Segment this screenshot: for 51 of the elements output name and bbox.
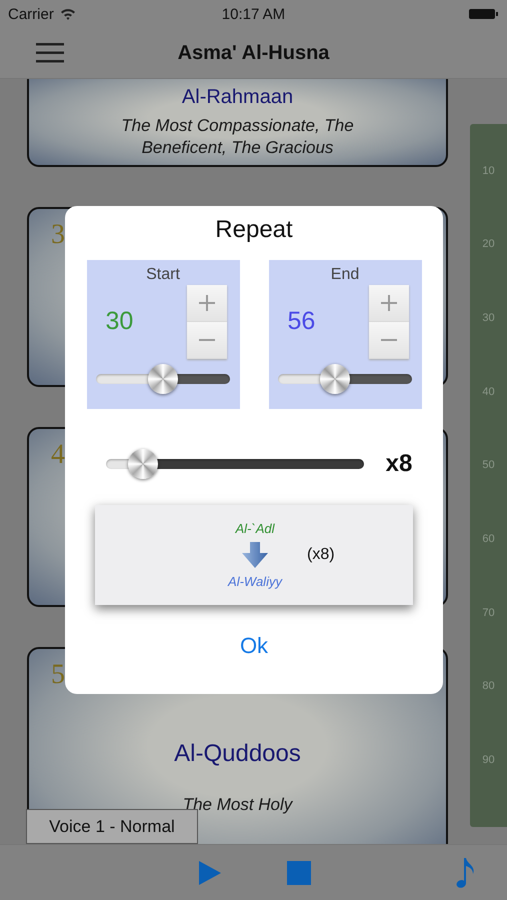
nav-title: Asma' Al-Husna	[176, 42, 330, 64]
carrier-label: Carrier	[8, 6, 54, 22]
down-arrow-icon	[242, 542, 268, 568]
index-label[interactable]: 30	[482, 312, 495, 324]
name-title: Al-Quddoos	[174, 740, 301, 768]
music-note-icon[interactable]	[454, 858, 476, 888]
wifi-icon	[60, 8, 76, 20]
range-slider[interactable]	[278, 364, 412, 394]
stop-icon[interactable]	[287, 860, 311, 884]
name-card[interactable]: Al-Rahmaan The Most Compassionate, The Beneficent, The Gracious	[27, 79, 448, 167]
range-value: 56	[288, 307, 316, 336]
index-label[interactable]: 40	[482, 386, 495, 398]
minus-icon	[380, 339, 396, 341]
preview-count: (x8)	[307, 546, 335, 564]
range-label: End	[330, 266, 360, 284]
index-label[interactable]: 20	[482, 238, 495, 250]
range-label: Start	[146, 266, 180, 284]
decrement-button[interactable]	[368, 322, 408, 359]
plus-icon	[380, 295, 396, 311]
index-label[interactable]: 70	[482, 606, 495, 619]
to-name: Al-Waliyy	[228, 574, 282, 589]
slider-thumb[interactable]	[128, 449, 158, 479]
increment-button[interactable]	[186, 285, 226, 322]
menu-icon[interactable]	[36, 43, 64, 63]
play-icon[interactable]	[199, 860, 221, 884]
index-label[interactable]: 50	[482, 459, 495, 472]
repeat-count: x8	[386, 450, 412, 478]
increment-button[interactable]	[368, 285, 408, 322]
range-value: 30	[106, 307, 134, 336]
name-meaning: The Most Compassionate, The Beneficent, The Gracious	[120, 115, 355, 158]
battery-icon	[469, 8, 499, 20]
repeat-slider[interactable]	[106, 449, 364, 479]
dialog-title: Repeat	[215, 216, 293, 244]
from-name: Al-`Adl	[235, 521, 274, 536]
range-slider[interactable]	[96, 364, 230, 394]
card-number: 5	[51, 659, 65, 691]
card-number: 3	[51, 219, 65, 251]
index-bar[interactable]: 10 20 30 40 50 60 70 80 90	[470, 124, 507, 827]
index-label[interactable]: 10	[482, 164, 495, 177]
name-title: Al-Rahmaan	[182, 86, 294, 110]
minus-icon	[198, 339, 214, 341]
index-label[interactable]: 90	[482, 754, 495, 766]
plus-icon	[198, 295, 214, 311]
slider-thumb[interactable]	[148, 364, 178, 394]
status-time: 10:17 AM	[220, 6, 286, 22]
card-number: 4	[51, 439, 65, 471]
voice-label[interactable]: Voice 1 - Normal	[26, 809, 198, 844]
index-label[interactable]: 60	[482, 533, 495, 546]
decrement-button[interactable]	[186, 322, 226, 359]
index-label[interactable]: 80	[482, 680, 495, 692]
slider-thumb[interactable]	[320, 364, 350, 394]
